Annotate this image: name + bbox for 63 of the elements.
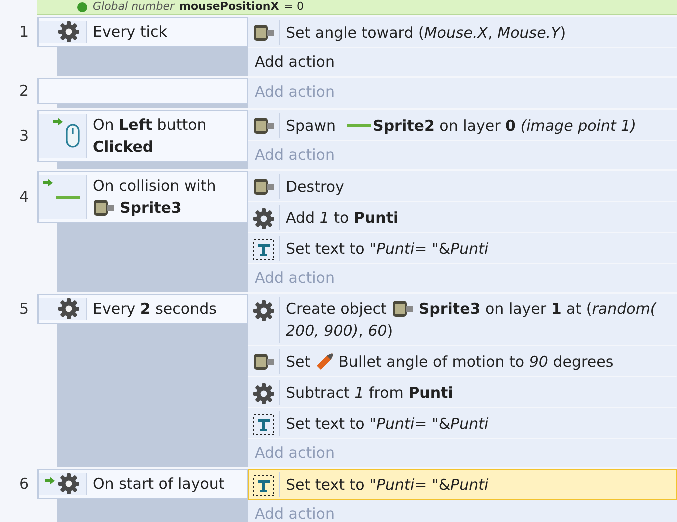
action-text: Destroy — [286, 176, 344, 198]
action-row[interactable]: Set text to "Punti= "&Punti — [248, 408, 677, 439]
line-sprite-icon — [347, 124, 372, 127]
condition-block[interactable]: Every tick — [37, 17, 248, 47]
action-text: Sprite3 on layer 1 at (random( — [418, 299, 656, 320]
condition-block[interactable]: On start of layout — [37, 469, 248, 499]
event-number: 5 — [18, 300, 30, 318]
text-object-icon — [253, 414, 275, 436]
action-row[interactable]: Set text to "Punti= "&Punti — [248, 233, 677, 264]
sprite-icon — [253, 352, 275, 372]
variable-type: Global number — [93, 1, 175, 13]
action-row[interactable]: Set Bullet angle of motion to 90 degrees — [248, 346, 677, 377]
condition-text: Sprite3 — [120, 198, 182, 219]
sprite-icon — [253, 116, 275, 136]
sprite-icon — [392, 299, 414, 319]
condition-text: Clicked — [93, 137, 154, 158]
condition-block[interactable]: Every 2 seconds — [37, 294, 248, 324]
variable-name: mousePositionX — [180, 1, 280, 13]
action-text: Set text to "Punti= "&Punti — [286, 474, 489, 496]
action-text: Set text to "Punti= "&Punti — [286, 414, 489, 434]
condition-block[interactable]: On collision with Sprite3 — [37, 171, 248, 223]
action-text: Set text to "Punti= "&Punti — [286, 238, 489, 260]
variable-value: = 0 — [284, 1, 304, 13]
action-text: Set — [286, 352, 311, 372]
condition-text: On collision with — [93, 176, 216, 197]
text-object-icon — [253, 239, 275, 261]
text-object-icon — [253, 475, 275, 497]
condition-text: On Left button — [93, 115, 207, 136]
sprite-icon — [253, 23, 275, 43]
mouse-icon — [66, 124, 80, 148]
event-number: 2 — [18, 82, 30, 100]
action-row[interactable]: Spawn Sprite2 on layer 0 (image point 1) — [248, 110, 677, 141]
action-text: Bullet angle of motion to 90 degrees — [338, 352, 614, 372]
global-variable-bar[interactable]: Global number mousePositionX = 0 — [37, 0, 677, 15]
variable-icon — [77, 2, 88, 12]
action-text: 200, 900), 60) — [286, 321, 394, 342]
action-text: Add 1 to Punti — [286, 208, 399, 228]
action-row[interactable]: Add 1 to Punti — [248, 202, 677, 233]
condition-block[interactable] — [37, 78, 248, 104]
action-text: Set angle toward (Mouse.X, Mouse.Y) — [286, 22, 566, 44]
condition-text: Every tick — [93, 22, 168, 43]
condition-text: Every 2 seconds — [93, 299, 217, 320]
sprite-icon — [253, 177, 275, 197]
gear-icon — [58, 473, 80, 495]
action-row[interactable]: Set text to "Punti= "&Punti — [248, 469, 677, 500]
bullet-icon — [316, 352, 334, 370]
action-row[interactable]: Destroy — [248, 171, 677, 202]
action-text: Subtract 1 from Punti — [286, 382, 454, 404]
action-row[interactable]: Create object Sprite3 on layer 1 at (random( 200, 900), 60) — [248, 294, 677, 346]
sprite-icon — [93, 198, 115, 218]
event-number: 3 — [18, 127, 30, 145]
event-number: 6 — [18, 475, 30, 493]
event-number: 4 — [18, 188, 30, 206]
action-text: Create object — [286, 299, 387, 320]
add-action-link[interactable]: Add action — [255, 53, 335, 71]
action-row[interactable]: Subtract 1 from Punti — [248, 377, 677, 408]
condition-text: On start of layout — [93, 474, 225, 495]
condition-block[interactable]: On Left button Clicked — [37, 110, 248, 162]
line-sprite-icon — [56, 196, 80, 198]
action-row[interactable]: Set angle toward (Mouse.X, Mouse.Y) — [248, 17, 677, 48]
action-text: Spawn — [286, 116, 336, 136]
action-text: Sprite2 on layer 0 (image point 1) — [373, 116, 636, 136]
event-number: 1 — [18, 23, 30, 41]
